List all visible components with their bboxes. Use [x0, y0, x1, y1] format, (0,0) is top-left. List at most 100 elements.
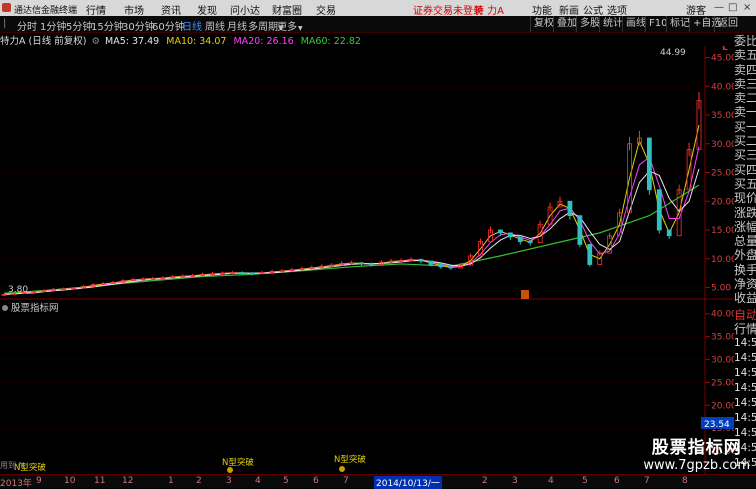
date-tick: 2 — [196, 476, 202, 486]
menu-trade[interactable]: 交易 — [316, 2, 336, 17]
menu-options[interactable]: 选项 — [607, 2, 627, 17]
menu-quotes[interactable]: 行情 — [86, 2, 106, 17]
candle-body — [587, 243, 593, 265]
quote-field-label: 买三 — [734, 148, 756, 163]
quote-field-label: 涨跌 — [734, 205, 756, 220]
menu-formula[interactable]: 公式 — [583, 2, 603, 17]
ma-lines — [3, 124, 700, 295]
menu-ask[interactable]: 问小达 — [230, 2, 260, 17]
limit-marker: L — [722, 46, 728, 53]
menu-function[interactable]: 功能 — [532, 2, 552, 17]
app-logo-icon — [2, 3, 11, 12]
candle-body — [448, 266, 454, 269]
watermark-title: 股票指标网 — [651, 438, 742, 458]
date-tick: 2013年 — [0, 479, 32, 489]
price-tick-label: 40.00 — [711, 82, 734, 92]
period-monthly[interactable]: 月线 — [227, 18, 247, 33]
tab-auto[interactable]: 自动 — [734, 308, 756, 322]
quote-field-label: 净资 — [734, 277, 756, 292]
quote-field-label: 委比 — [734, 34, 756, 48]
quote-field-label: 买五 — [734, 176, 756, 191]
date-tick: 4 — [548, 476, 554, 486]
period-15min[interactable]: 15分钟 — [91, 18, 124, 33]
date-tick: 3 — [512, 476, 518, 486]
menu-news[interactable]: 资讯 — [161, 2, 181, 17]
period-weekly[interactable]: 周线 — [205, 18, 225, 33]
date-tick: 6 — [614, 476, 620, 486]
period-30min[interactable]: 30分钟 — [122, 18, 155, 33]
period-intraday[interactable]: 分时 — [17, 18, 37, 33]
date-tick: 5 — [582, 476, 588, 486]
candle-body — [239, 272, 245, 274]
candle-body — [359, 262, 364, 265]
candle-body — [666, 229, 672, 237]
period-5min[interactable]: 5分钟 — [66, 18, 92, 33]
price-chart[interactable]: 45.00 40.00 35.00 30.00 25.00 20.00 15.00 10.00… — [0, 46, 734, 300]
trade-time: 14:50 — [734, 397, 756, 410]
date-tick: 12 — [122, 476, 134, 486]
quote-field-label: 现价 — [734, 191, 756, 206]
menu-wealth-circle[interactable]: 财富圈 — [272, 2, 302, 17]
quote-field-label: 收益 — [734, 291, 756, 306]
menu-market[interactable]: 市场 — [124, 2, 144, 17]
price-tick-label: 5.00 — [711, 284, 731, 294]
candle-body — [498, 229, 503, 234]
indicator-tick-label: 30.00 — [711, 356, 734, 366]
candle-body — [656, 189, 662, 231]
trade-time: 14:50 — [734, 367, 756, 380]
guest-user[interactable]: 游客 — [686, 2, 706, 17]
trade-time: 14:50 — [734, 382, 756, 395]
indicator-title: 股票指标网 — [11, 302, 59, 314]
period-1min[interactable]: 1分钟 — [40, 18, 66, 33]
quote-field-label: 卖三 — [734, 76, 756, 91]
quote-field-label: 买一 — [734, 119, 756, 134]
login-warning[interactable]: 证券交易未登录 — [413, 2, 483, 17]
left-note: 用到 N — [0, 461, 25, 470]
indicator-tick-label: 40.00 — [711, 310, 734, 320]
app-title: 通达信金融终端 — [14, 6, 78, 16]
menu-new-drawing[interactable]: 新画 — [559, 2, 579, 17]
menu-discover[interactable]: 发现 — [197, 2, 217, 17]
candle-body — [428, 260, 434, 265]
date-axis: 2013年91011121234567892014/10/13/一2345678 — [0, 474, 756, 489]
watermark: 股票指标网 www.7gpzb.com — [643, 433, 750, 473]
maximize-icon[interactable]: □ — [728, 2, 737, 13]
date-tick: 8 — [682, 476, 688, 486]
indicator-chart[interactable]: 40.0035.0030.0025.0020.0015.0010.00 股票指标… — [0, 300, 734, 474]
tab-quotes[interactable]: 行情 — [734, 322, 756, 336]
date-tick: 4 — [255, 476, 261, 486]
quote-field-label: 换手 — [734, 262, 756, 277]
price-tick-label: 10.00 — [711, 255, 734, 265]
event-marker-icon[interactable] — [521, 290, 529, 299]
menu-bar: 通达信金融终端 行情 市场 资讯 发现 问小达 财富圈 交易 证券交易未登录 特… — [0, 0, 756, 17]
indicator-tick-label: 25.00 — [711, 378, 734, 388]
quote-field-label: 卖一 — [734, 105, 756, 120]
price-tick-label: 30.00 — [711, 140, 734, 150]
ma3-line — [3, 168, 700, 295]
signal-marker-icon — [227, 467, 233, 473]
candle-body — [527, 241, 533, 244]
ma1-line — [3, 124, 700, 295]
candle-body — [567, 200, 573, 217]
low-price-label: 3.80 — [8, 285, 28, 295]
signal-marker-icon — [339, 466, 345, 472]
period-daily[interactable]: 日线 — [182, 18, 202, 33]
quote-field-label: 买二 — [734, 134, 756, 149]
date-tick: 10 — [64, 476, 76, 486]
period-more[interactable]: 更多 — [277, 18, 303, 33]
date-tick: 5 — [283, 476, 289, 486]
minimize-icon[interactable]: — — [714, 2, 724, 13]
indicator-settings-icon[interactable] — [2, 305, 8, 311]
signal-label: N型突破 — [222, 457, 254, 468]
close-icon[interactable]: × — [743, 2, 751, 13]
trade-time: 14:50 — [734, 352, 756, 365]
price-tick-label: 25.00 — [711, 169, 734, 179]
tool-back[interactable]: 返回 — [714, 16, 741, 32]
date-tick: 6 — [313, 476, 319, 486]
period-toolbar: | 分时 1分钟 5分钟 15分钟 30分钟 60分钟 日线 周线 月线 多周期… — [0, 16, 756, 33]
trade-time: 14:50 — [734, 412, 756, 425]
period-60min[interactable]: 60分钟 — [152, 18, 185, 33]
quote-field-label: 买四 — [734, 162, 756, 177]
quote-field-label: 外盘 — [734, 248, 756, 263]
toolbar-handle-icon: | — [3, 18, 7, 29]
